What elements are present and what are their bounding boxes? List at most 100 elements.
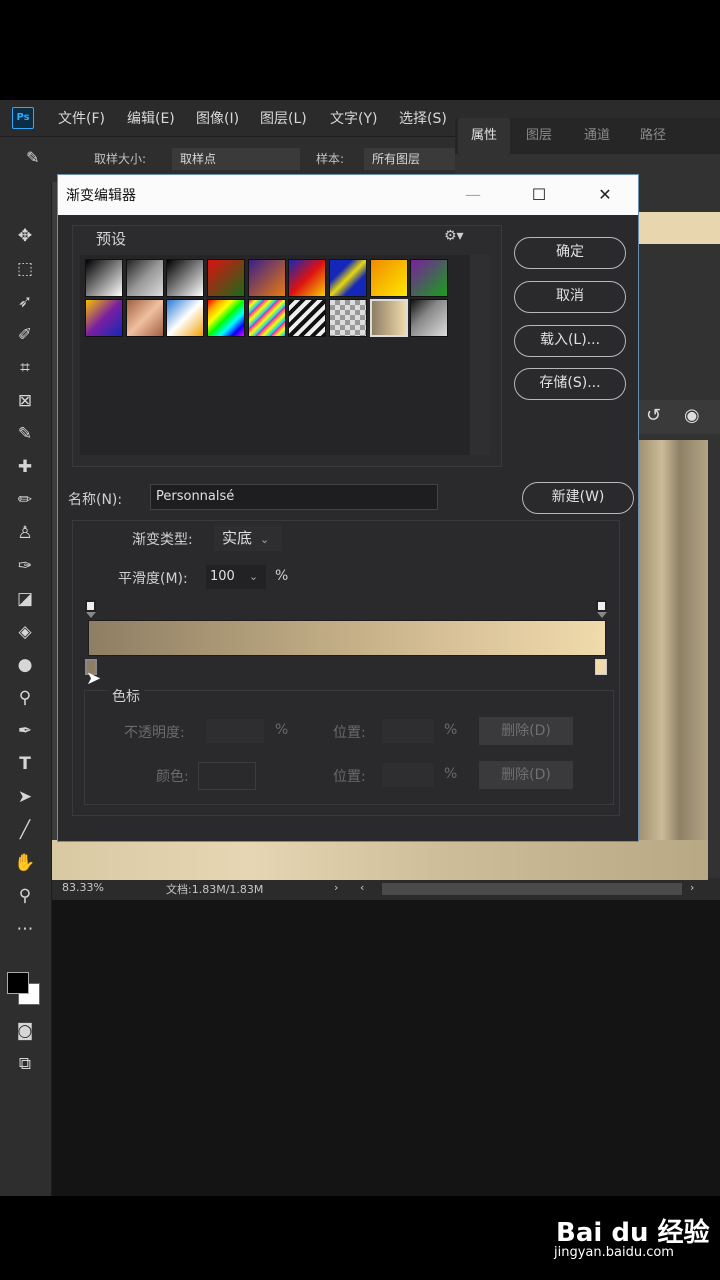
color-position-percent: % [444, 766, 458, 782]
tab-properties[interactable]: 属性 [458, 118, 510, 154]
preset-swatch-selected[interactable] [370, 299, 408, 337]
quick-mask-icon[interactable]: ◙ [12, 1018, 38, 1044]
screen-mode-icon[interactable]: ⧉ [12, 1051, 38, 1077]
close-icon[interactable]: ✕ [588, 182, 622, 208]
preset-swatch[interactable] [207, 299, 245, 337]
move-tool-icon[interactable]: ✥ [12, 223, 38, 249]
percent-sign: % [275, 568, 289, 584]
type-tool-icon[interactable]: T [12, 751, 38, 777]
scroll-right-icon[interactable]: › [690, 881, 694, 894]
eraser-tool-icon[interactable]: ◪ [12, 586, 38, 612]
stops-title: 色标 [108, 686, 144, 706]
preset-swatch[interactable] [248, 259, 286, 297]
preset-swatch[interactable] [329, 259, 367, 297]
opacity-stop-arrow [86, 612, 96, 618]
path-select-icon[interactable]: ➤ [12, 784, 38, 810]
sample-select[interactable]: 所有图层 [364, 148, 455, 170]
preset-swatch[interactable] [166, 259, 204, 297]
preset-swatch[interactable] [288, 299, 326, 337]
gradient-type-select[interactable]: 实底 ⌄ [214, 525, 282, 551]
preset-swatch[interactable] [126, 299, 164, 337]
color-stop-right[interactable] [595, 659, 607, 675]
eyedropper-tool-icon[interactable]: ✎ [26, 148, 39, 167]
photoshop-logo: Ps [12, 107, 34, 129]
gear-icon[interactable]: ⚙▾ [444, 228, 464, 244]
visibility-eye-icon[interactable]: ◉ [684, 405, 700, 426]
menu-type[interactable]: 文字(Y) [330, 107, 377, 131]
brush-tool-icon[interactable]: ✏ [12, 487, 38, 513]
frame-tool-icon[interactable]: ⊠ [12, 388, 38, 414]
crop-tool-icon[interactable]: ⌗ [12, 355, 38, 381]
paint-bucket-icon[interactable]: ◈ [12, 619, 38, 645]
reset-icon[interactable]: ↺ [646, 405, 661, 426]
marquee-tool-icon[interactable]: ⬚ [12, 256, 38, 282]
sample-label: 样本: [316, 152, 345, 166]
ok-button[interactable]: 确定 [514, 237, 626, 269]
color-position-field[interactable] [382, 763, 434, 787]
gradient-preview-bar[interactable] [88, 620, 606, 656]
menu-select[interactable]: 选择(S) [399, 107, 447, 131]
preset-swatch[interactable] [410, 259, 448, 297]
line-tool-icon[interactable]: ╱ [12, 817, 38, 843]
tab-paths[interactable]: 路径 [628, 118, 678, 154]
minimize-icon[interactable]: — [456, 182, 490, 208]
chevron-down-icon: ⌄ [248, 570, 259, 583]
maximize-icon[interactable]: ☐ [522, 182, 556, 208]
status-arrow-icon[interactable]: › [334, 881, 338, 894]
menu-layer[interactable]: 图层(L) [260, 107, 307, 131]
preset-swatch[interactable] [207, 259, 245, 297]
blur-tool-icon[interactable]: ● [12, 652, 38, 678]
preset-swatch[interactable] [85, 259, 123, 297]
preset-swatch[interactable] [370, 259, 408, 297]
new-button[interactable]: 新建(W) [522, 482, 634, 514]
hand-tool-icon[interactable]: ✋ [12, 850, 38, 876]
document-size: 文档:1.83M/1.83M [166, 883, 264, 896]
preset-swatch[interactable] [166, 299, 204, 337]
quick-select-tool-icon[interactable]: ✐ [12, 322, 38, 348]
more-tools-icon[interactable]: ⋯ [12, 916, 38, 942]
history-brush-icon[interactable]: ✑ [12, 553, 38, 579]
sample-size-select[interactable]: 取样点 [172, 148, 300, 170]
smoothness-field[interactable]: 100 ⌄ [206, 565, 266, 589]
opacity-position-percent: % [444, 722, 458, 738]
horizontal-scrollbar[interactable] [382, 883, 682, 895]
opacity-stop-right[interactable] [596, 600, 607, 612]
tab-channels[interactable]: 通道 [572, 118, 622, 154]
healing-brush-icon[interactable]: ✚ [12, 454, 38, 480]
preset-swatch[interactable] [126, 259, 164, 297]
save-button[interactable]: 存储(S)... [514, 368, 626, 400]
lasso-tool-icon[interactable]: ➶ [12, 289, 38, 315]
preset-swatch[interactable] [85, 299, 123, 337]
load-button[interactable]: 载入(L)... [514, 325, 626, 357]
delete-opacity-stop-button[interactable]: 删除(D) [479, 717, 573, 745]
preset-swatch[interactable] [288, 259, 326, 297]
opacity-percent: % [275, 722, 289, 738]
clone-stamp-icon[interactable]: ♙ [12, 520, 38, 546]
foreground-color-swatch[interactable] [7, 972, 29, 994]
color-label: 颜色: [156, 769, 189, 785]
preset-swatch[interactable] [329, 299, 367, 337]
opacity-field[interactable] [206, 719, 264, 743]
opacity-stop-left[interactable] [85, 600, 96, 612]
zoom-tool-icon[interactable]: ⚲ [12, 883, 38, 909]
color-swatch-field[interactable] [198, 762, 256, 790]
cancel-button[interactable]: 取消 [514, 281, 626, 313]
name-field[interactable]: Personnalsé [150, 484, 438, 510]
photo-canvas-bottom [52, 840, 708, 880]
eyedropper-icon[interactable]: ✎ [12, 421, 38, 447]
color-position-label: 位置: [333, 769, 366, 785]
dodge-tool-icon[interactable]: ⚲ [12, 685, 38, 711]
pen-tool-icon[interactable]: ✒ [12, 718, 38, 744]
menu-edit[interactable]: 编辑(E) [127, 107, 175, 131]
tab-layers[interactable]: 图层 [514, 118, 564, 154]
delete-color-stop-button[interactable]: 删除(D) [479, 761, 573, 789]
menu-image[interactable]: 图像(I) [196, 107, 239, 131]
baidu-url: jingyan.baidu.com [554, 1245, 674, 1260]
presets-scrollbar[interactable] [470, 255, 490, 455]
scroll-left-icon[interactable]: ‹ [360, 881, 364, 894]
preset-swatch[interactable] [248, 299, 286, 337]
preset-swatch[interactable] [410, 299, 448, 337]
menu-file[interactable]: 文件(F) [58, 107, 105, 131]
zoom-level[interactable]: 83.33% [62, 881, 104, 894]
opacity-position-field[interactable] [382, 719, 434, 743]
